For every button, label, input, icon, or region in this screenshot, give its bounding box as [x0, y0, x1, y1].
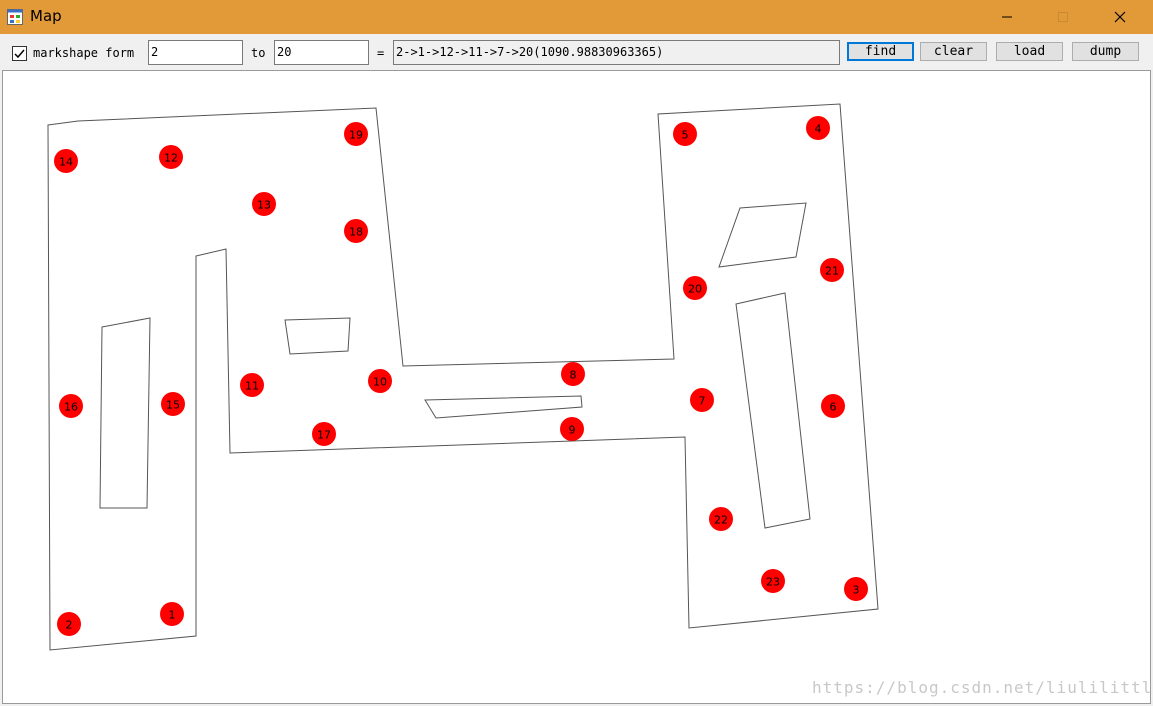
map-node-label: 23	[766, 576, 780, 589]
to-node-input[interactable]: 20	[274, 40, 369, 65]
map-drawing: 1234567891011121314151617181920212223	[47, 103, 879, 651]
map-node-label: 10	[373, 376, 387, 389]
obstacle-shape	[99, 317, 151, 509]
map-node-15[interactable]: 15	[161, 392, 185, 416]
obstacle-shape	[718, 202, 807, 268]
map-node-label: 17	[317, 429, 331, 442]
checkmark-icon	[14, 49, 25, 59]
map-node-label: 12	[164, 152, 178, 165]
map-node-3[interactable]: 3	[844, 577, 868, 601]
map-node-label: 18	[349, 226, 363, 239]
maximize-icon	[1058, 12, 1068, 22]
map-node-19[interactable]: 19	[344, 122, 368, 146]
map-node-label: 22	[714, 514, 728, 527]
map-node-label: 4	[815, 123, 822, 136]
minimize-button[interactable]	[984, 0, 1030, 34]
map-node-label: 21	[825, 265, 839, 278]
maximize-button[interactable]	[1040, 0, 1086, 34]
map-node-label: 2	[66, 619, 73, 632]
map-node-13[interactable]: 13	[252, 192, 276, 216]
obstacle-shape	[284, 317, 351, 355]
map-node-21[interactable]: 21	[820, 258, 844, 282]
title-bar: Map	[0, 0, 1153, 34]
map-node-17[interactable]: 17	[312, 422, 336, 446]
map-node-7[interactable]: 7	[690, 388, 714, 412]
nodes-layer: 1234567891011121314151617181920212223	[54, 116, 868, 636]
map-node-20[interactable]: 20	[683, 276, 707, 300]
close-icon	[1114, 11, 1126, 23]
map-node-label: 1	[169, 609, 176, 622]
map-canvas[interactable]: 1 2 3 4 5 6 7 8 9 10 11 12 13 14 15 16 17 18 19 20 21 22 23	[2, 70, 1151, 704]
path-result-field[interactable]: 2->1->12->11->7->20(1090.98830963365)	[393, 40, 840, 65]
map-node-label: 9	[569, 424, 576, 437]
equals-label: =	[377, 46, 385, 60]
minimize-icon	[1002, 16, 1012, 18]
map-node-8[interactable]: 8	[561, 362, 585, 386]
map-node-label: 5	[682, 129, 689, 142]
to-label: to	[251, 46, 266, 60]
markshape-checkbox[interactable]	[12, 46, 27, 61]
map-node-14[interactable]: 14	[54, 149, 78, 173]
map-node-9[interactable]: 9	[560, 417, 584, 441]
map-node-10[interactable]: 10	[368, 369, 392, 393]
map-node-11[interactable]: 11	[240, 373, 264, 397]
map-node-label: 19	[349, 129, 363, 142]
map-node-label: 3	[853, 584, 860, 597]
dump-button[interactable]: dump	[1072, 42, 1139, 61]
app-window-icon	[7, 9, 23, 25]
obstacle-shape	[424, 395, 583, 419]
map-node-1[interactable]: 1	[160, 602, 184, 626]
map-node-4[interactable]: 4	[806, 116, 830, 140]
map-node-2[interactable]: 2	[57, 612, 81, 636]
close-button[interactable]	[1097, 0, 1143, 34]
obstacle-shape	[735, 292, 811, 529]
map-node-22[interactable]: 22	[709, 507, 733, 531]
load-button[interactable]: load	[996, 42, 1063, 61]
map-node-label: 8	[570, 369, 577, 382]
map-node-6[interactable]: 6	[821, 394, 845, 418]
map-node-label: 13	[257, 199, 271, 212]
map-node-18[interactable]: 18	[344, 219, 368, 243]
map-node-23[interactable]: 23	[761, 569, 785, 593]
from-node-input[interactable]: 2	[148, 40, 243, 65]
toolbar: markshape form 2 to 20 = 2->1->12->11->7…	[0, 34, 1153, 70]
map-node-label: 16	[64, 401, 78, 414]
map-node-16[interactable]: 16	[59, 394, 83, 418]
markshape-label: markshape form	[33, 46, 135, 60]
map-node-label: 15	[166, 399, 180, 412]
window-title: Map	[30, 7, 62, 25]
map-shape	[47, 103, 879, 651]
clear-button[interactable]: clear	[920, 42, 987, 61]
map-node-5[interactable]: 5	[673, 122, 697, 146]
map-node-12[interactable]: 12	[159, 145, 183, 169]
find-button[interactable]: find	[847, 42, 914, 61]
watermark-text: https://blog.csdn.net/liulilittle	[812, 678, 1153, 697]
map-node-label: 11	[245, 380, 259, 393]
map-node-label: 20	[688, 283, 702, 296]
map-node-label: 14	[59, 156, 73, 169]
map-node-label: 6	[830, 401, 837, 414]
map-node-label: 7	[699, 395, 706, 408]
